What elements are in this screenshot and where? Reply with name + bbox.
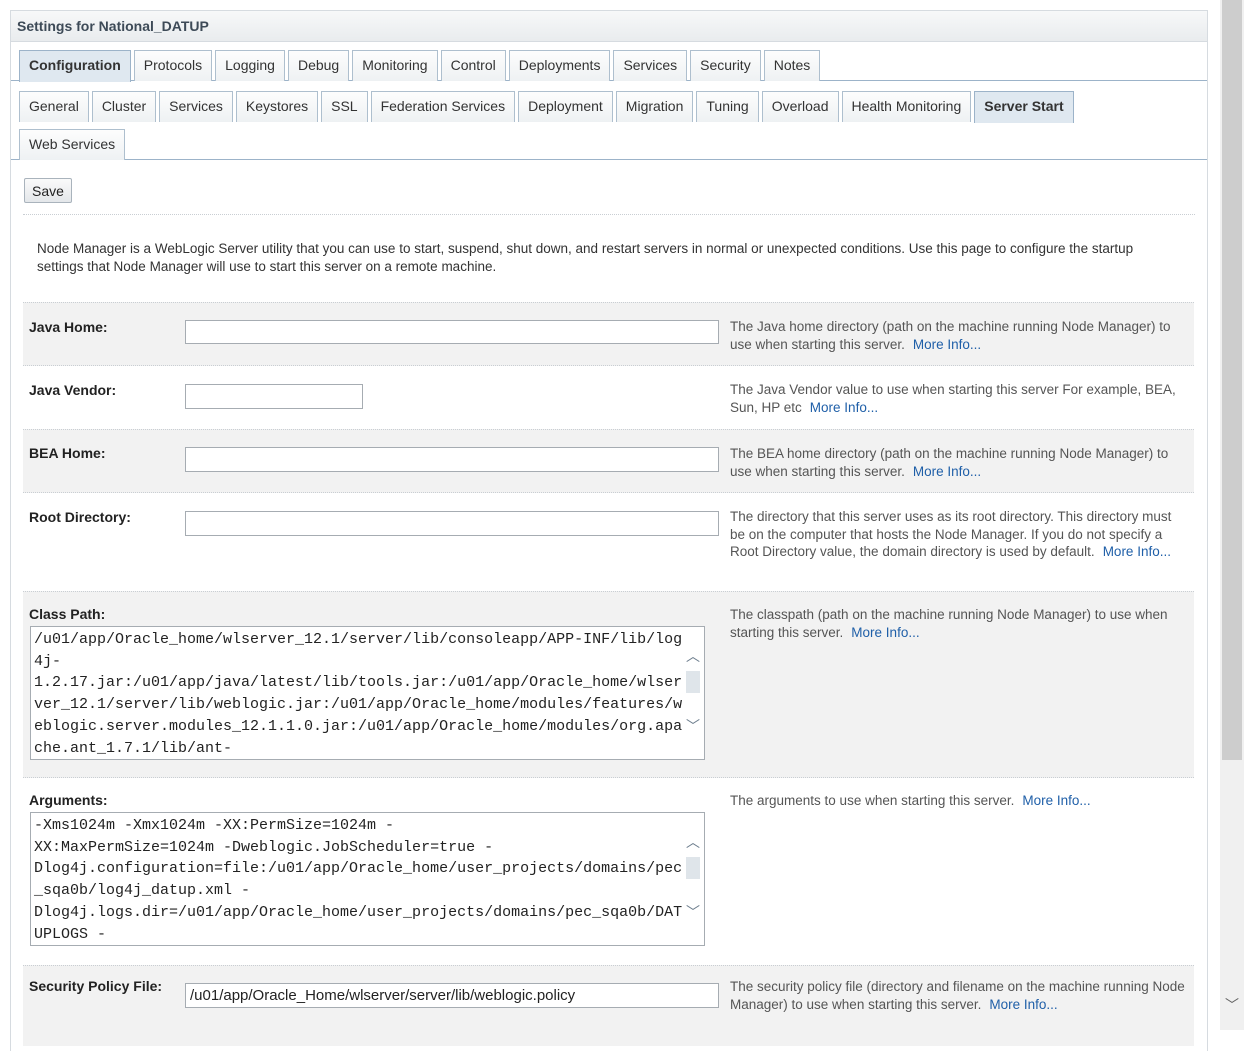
root-directory-help: The directory that this server uses as i…: [730, 508, 1190, 561]
chevron-up-icon[interactable]: ︿: [685, 835, 701, 849]
subtab-ssl[interactable]: SSL: [321, 91, 368, 122]
arguments-more-info-link[interactable]: More Info...: [1022, 793, 1090, 808]
java-home-help: The Java home directory (path on the mac…: [730, 318, 1190, 353]
security-policy-input[interactable]: [185, 983, 719, 1008]
tab-control[interactable]: Control: [440, 50, 506, 81]
intro-text: Node Manager is a WebLogic Server utilit…: [37, 241, 1134, 274]
arguments-label: Arguments:: [29, 792, 108, 808]
tab-deployments[interactable]: Deployments: [508, 50, 611, 81]
arguments-text: -Xms1024m -Xmx1024m -XX:PermSize=1024m -…: [34, 817, 683, 943]
subtab-server-start[interactable]: Server Start: [974, 91, 1074, 123]
page-scroll-thumb[interactable]: [1222, 0, 1242, 760]
class-path-text: /u01/app/Oracle_home/wlserver_12.1/serve…: [34, 631, 683, 757]
scroll-thumb[interactable]: [686, 857, 700, 879]
divider: [23, 214, 1195, 215]
tab-protocols[interactable]: Protocols: [133, 50, 213, 81]
bea-home-row: BEA Home: The BEA home directory (path o…: [23, 429, 1194, 493]
subtab-tuning[interactable]: Tuning: [696, 91, 759, 122]
subtab-cluster[interactable]: Cluster: [91, 91, 157, 122]
java-home-more-info-link[interactable]: More Info...: [913, 337, 981, 352]
arguments-row: Arguments: -Xms1024m -Xmx1024m -XX:PermS…: [23, 777, 1194, 966]
security-policy-help: The security policy file (directory and …: [730, 978, 1190, 1013]
chevron-down-icon[interactable]: ﹀: [685, 719, 701, 733]
java-vendor-help: The Java Vendor value to use when starti…: [730, 381, 1190, 416]
java-vendor-input[interactable]: [185, 384, 363, 409]
tab-configuration[interactable]: Configuration: [19, 50, 131, 82]
root-directory-row: Root Directory: The directory that this …: [23, 492, 1194, 592]
scroll-thumb[interactable]: [686, 671, 700, 693]
tab-logging[interactable]: Logging: [215, 50, 285, 81]
java-vendor-help-text: The Java Vendor value to use when starti…: [730, 382, 1176, 415]
tab-services[interactable]: Services: [613, 50, 688, 81]
chevron-down-icon[interactable]: ﹀: [1220, 995, 1244, 1015]
subtab-overload[interactable]: Overload: [761, 91, 839, 122]
java-vendor-more-info-link[interactable]: More Info...: [810, 400, 878, 415]
tab-monitoring[interactable]: Monitoring: [352, 50, 438, 81]
arguments-help: The arguments to use when starting this …: [730, 792, 1190, 810]
bea-home-label: BEA Home:: [29, 445, 106, 461]
java-home-input[interactable]: [185, 320, 719, 344]
security-policy-more-info-link[interactable]: More Info...: [989, 997, 1057, 1012]
save-button[interactable]: Save: [24, 178, 72, 203]
bea-home-help: The BEA home directory (path on the mach…: [730, 445, 1190, 480]
subtab-keystores[interactable]: Keystores: [235, 91, 319, 122]
arguments-scrollbar[interactable]: ︿ ﹀: [682, 813, 704, 945]
security-policy-help-text: The security policy file (directory and …: [730, 979, 1185, 1012]
sub-tab-bar: General Cluster Services Keystores SSL F…: [19, 91, 1207, 123]
arguments-help-text: The arguments to use when starting this …: [730, 793, 1015, 808]
java-home-label: Java Home:: [29, 319, 108, 335]
bea-home-input[interactable]: [185, 447, 719, 472]
tab-debug[interactable]: Debug: [287, 50, 350, 81]
subtab-migration[interactable]: Migration: [615, 91, 694, 122]
sub-tab-bar-2: Web Services: [19, 129, 1207, 160]
subtab-web-services[interactable]: Web Services: [19, 129, 126, 160]
java-vendor-row: Java Vendor: The Java Vendor value to us…: [23, 365, 1194, 430]
subtab-deployment[interactable]: Deployment: [518, 91, 613, 122]
java-vendor-label: Java Vendor:: [29, 382, 117, 398]
subtab-general[interactable]: General: [19, 91, 89, 122]
subtab-services[interactable]: Services: [159, 91, 233, 122]
security-policy-row: Security Policy File: The security polic…: [23, 965, 1194, 1046]
subtab-federation-services[interactable]: Federation Services: [370, 91, 516, 122]
root-directory-input[interactable]: [185, 511, 719, 536]
security-policy-label: Security Policy File:: [29, 978, 163, 994]
tab-divider: [11, 159, 1207, 160]
class-path-scrollbar[interactable]: ︿ ﹀: [682, 627, 704, 759]
chevron-down-icon[interactable]: ﹀: [685, 905, 701, 919]
main-tab-bar: Configuration Protocols Logging Debug Mo…: [11, 50, 1207, 82]
class-path-textarea[interactable]: /u01/app/Oracle_home/wlserver_12.1/serve…: [30, 626, 705, 760]
arguments-textarea[interactable]: -Xms1024m -Xmx1024m -XX:PermSize=1024m -…: [30, 812, 705, 946]
tab-notes[interactable]: Notes: [763, 50, 821, 81]
java-home-row: Java Home: The Java home directory (path…: [23, 302, 1194, 366]
class-path-row: Class Path: /u01/app/Oracle_home/wlserve…: [23, 591, 1194, 778]
panel-title: Settings for National_DATUP: [11, 11, 1207, 42]
tab-security[interactable]: Security: [690, 50, 761, 81]
class-path-label: Class Path:: [29, 606, 106, 622]
class-path-help-text: The classpath (path on the machine runni…: [730, 607, 1168, 640]
settings-panel: Settings for National_DATUP Configuratio…: [10, 10, 1208, 1051]
page-scrollbar[interactable]: ﹀: [1220, 0, 1244, 1030]
chevron-up-icon[interactable]: ︿: [685, 649, 701, 663]
root-directory-label: Root Directory:: [29, 509, 131, 525]
subtab-health-monitoring[interactable]: Health Monitoring: [841, 91, 972, 122]
root-directory-more-info-link[interactable]: More Info...: [1103, 544, 1171, 559]
class-path-help: The classpath (path on the machine runni…: [730, 606, 1190, 641]
bea-home-more-info-link[interactable]: More Info...: [913, 464, 981, 479]
class-path-more-info-link[interactable]: More Info...: [851, 625, 919, 640]
